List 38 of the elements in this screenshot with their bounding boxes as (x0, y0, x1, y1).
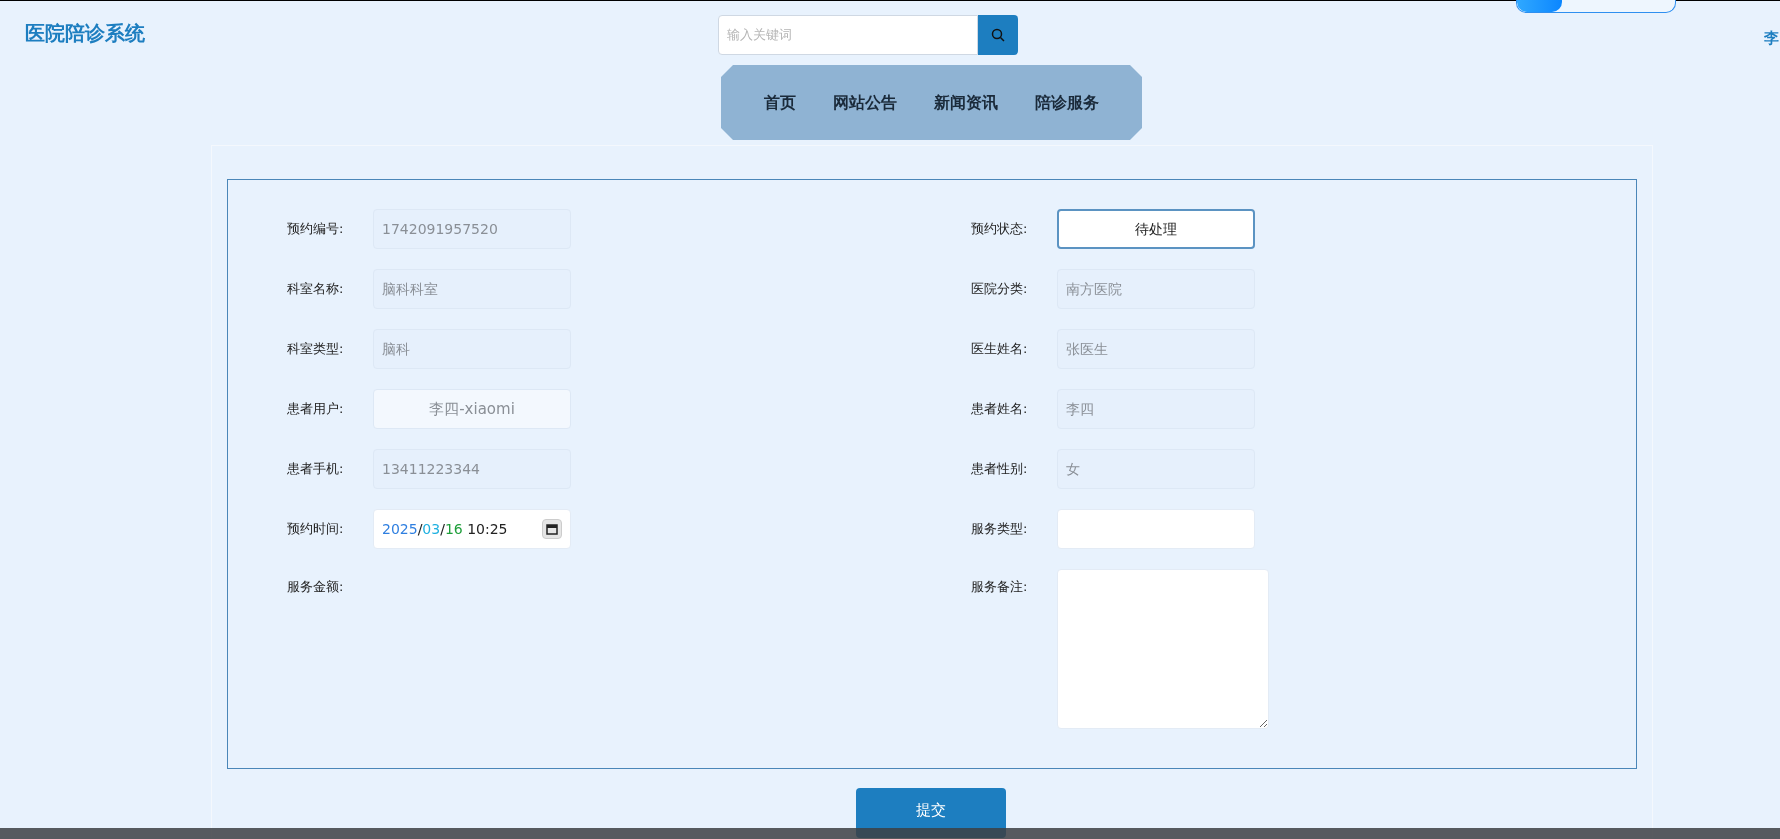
user-name[interactable]: 李 (1764, 26, 1780, 50)
readonly-field[interactable]: 女 (1057, 449, 1255, 489)
readonly-field[interactable]: 脑科 (373, 329, 571, 369)
readonly-field[interactable]: 1742091957520 (373, 209, 571, 249)
field-label: 服务备注: (971, 578, 1029, 596)
field-label: 预约时间: (287, 520, 345, 539)
nav-link[interactable]: 新闻资讯 (934, 90, 998, 115)
field-label: 服务类型: (971, 520, 1029, 539)
nav-link[interactable]: 首页 (764, 90, 796, 115)
readonly-field[interactable]: 李四 (1057, 389, 1255, 429)
select-field[interactable]: 李四-xiaomi (373, 389, 571, 429)
nav-link[interactable]: 网站公告 (833, 90, 897, 115)
text-field[interactable] (1057, 509, 1255, 549)
datetime-field[interactable]: 2025/03/16 10:25 (373, 509, 571, 549)
site-title: 医院陪诊系统 (25, 19, 145, 47)
field-label: 医生姓名: (971, 340, 1029, 359)
calendar-icon[interactable] (542, 519, 562, 539)
top-toggle[interactable] (1516, 0, 1676, 13)
field-label: 科室名称: (287, 280, 345, 299)
field-label: 预约编号: (287, 220, 345, 239)
field-label: 科室类型: (287, 340, 345, 359)
readonly-field[interactable]: 张医生 (1057, 329, 1255, 369)
nav-link[interactable]: 陪诊服务 (1035, 90, 1099, 115)
readonly-field[interactable]: 13411223344 (373, 449, 571, 489)
field-label: 患者性别: (971, 460, 1029, 479)
readonly-field[interactable]: 南方医院 (1057, 269, 1255, 309)
field-label: 服务金额: (287, 578, 345, 596)
search-icon (991, 27, 1005, 42)
field-label: 患者用户: (287, 400, 345, 419)
field-label: 患者手机: (287, 460, 345, 479)
search-button[interactable] (978, 14, 1018, 55)
field-label: 患者姓名: (971, 400, 1029, 419)
textarea-field[interactable] (1057, 569, 1269, 729)
search-field[interactable]: 输入关键词 (718, 14, 978, 55)
readonly-field[interactable]: 脑科科室 (373, 269, 571, 309)
field-label: 预约状态: (971, 220, 1029, 239)
field-label: 医院分类: (971, 280, 1029, 299)
status-field[interactable]: 待处理 (1057, 209, 1255, 249)
